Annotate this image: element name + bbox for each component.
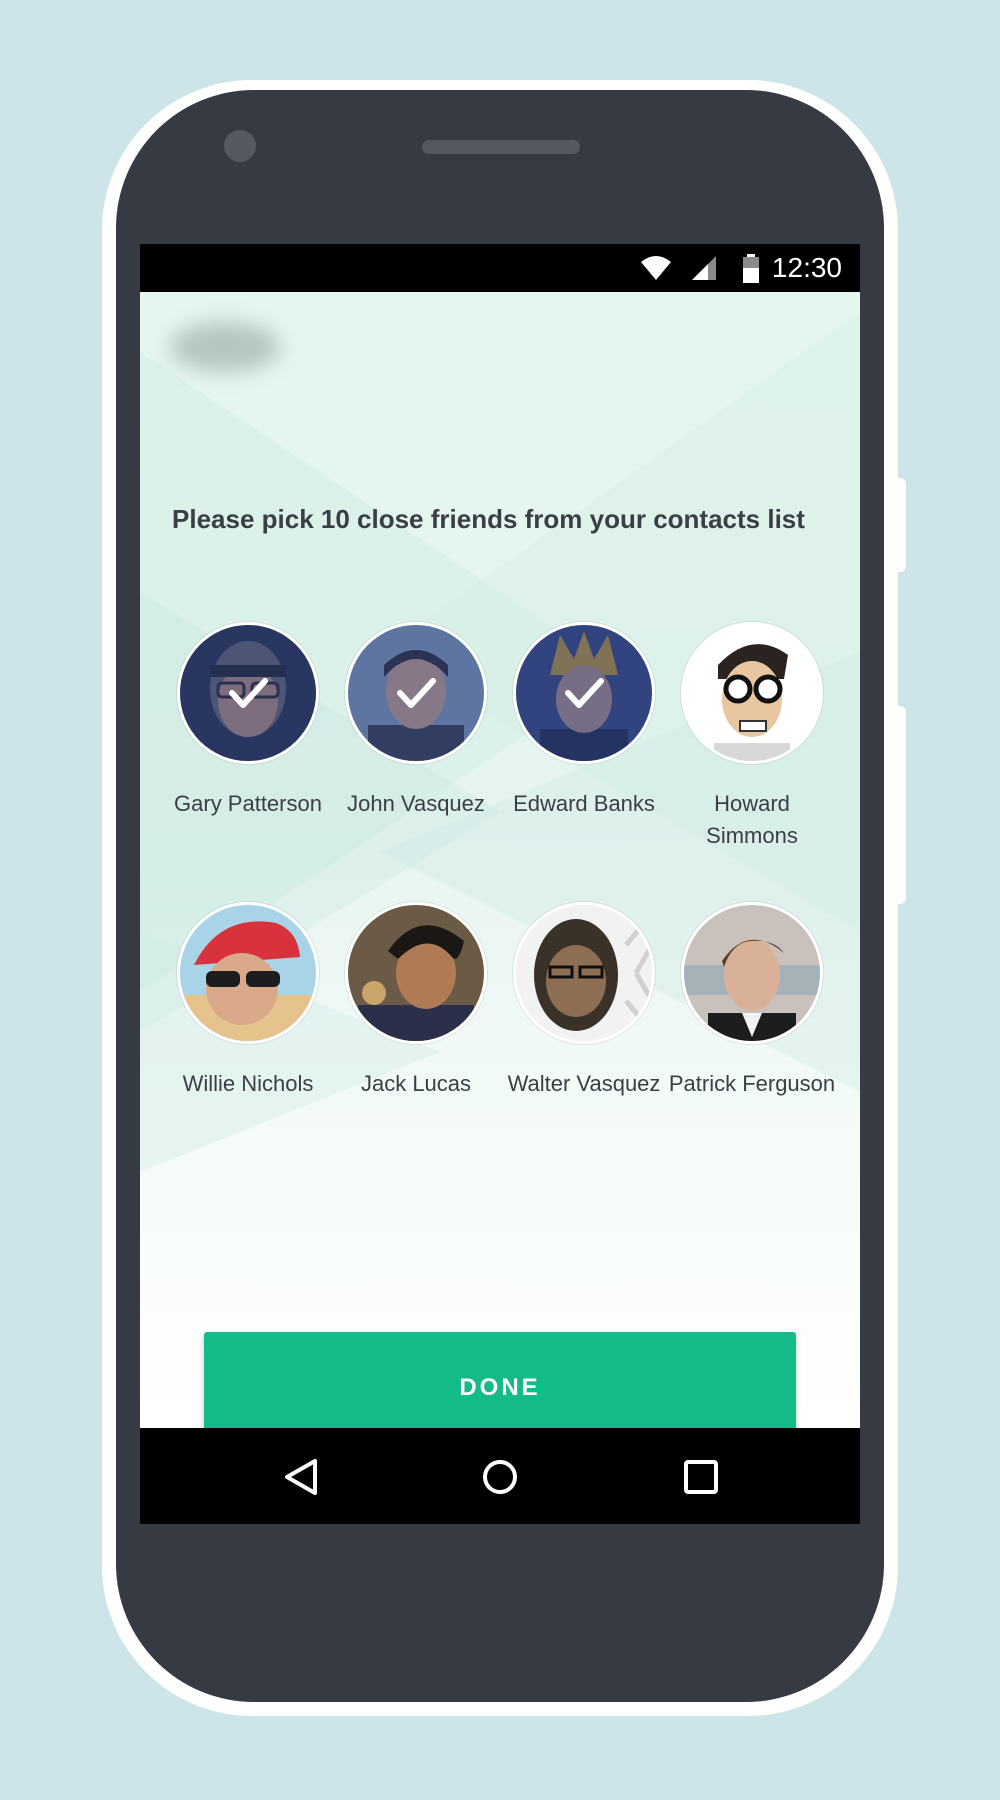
friend-item[interactable]: John Vasquez xyxy=(331,622,501,820)
selected-overlay xyxy=(348,625,484,761)
earpiece-speaker xyxy=(422,140,580,154)
power-button xyxy=(898,478,906,572)
friend-item[interactable]: Willie Nichols xyxy=(163,902,333,1100)
back-icon xyxy=(285,1459,317,1495)
selected-overlay xyxy=(516,625,652,761)
avatar[interactable] xyxy=(513,622,655,764)
wifi-icon xyxy=(641,256,671,280)
background-pattern xyxy=(140,312,860,1172)
checkmark-icon xyxy=(229,678,268,708)
blurred-header-placeholder xyxy=(170,322,280,372)
recents-icon xyxy=(684,1460,718,1494)
avatar[interactable] xyxy=(345,622,487,764)
friend-name: Gary Patterson xyxy=(174,791,322,816)
friend-item[interactable]: Walter Vasquez xyxy=(499,902,669,1100)
avatar[interactable] xyxy=(681,902,823,1044)
avatar[interactable] xyxy=(177,902,319,1044)
friend-name: Walter Vasquez xyxy=(507,1071,661,1096)
front-camera xyxy=(224,130,256,162)
friend-item[interactable]: Gary Patterson xyxy=(163,622,333,820)
friend-name: John Vasquez xyxy=(347,791,485,816)
friend-name: Jack Lucas xyxy=(360,1071,472,1096)
avatar[interactable] xyxy=(177,622,319,764)
checkmark-icon xyxy=(565,678,604,708)
friend-item[interactable]: Howard Simmons xyxy=(667,622,837,852)
home-button[interactable] xyxy=(475,1452,525,1502)
screen: 12:30 Please pick 10 close friends from … xyxy=(140,244,860,1524)
cellular-signal-icon xyxy=(692,256,716,280)
status-time: 12:30 xyxy=(771,252,842,283)
avatar[interactable] xyxy=(681,622,823,764)
status-bar: 12:30 xyxy=(140,244,860,292)
checkmark-icon xyxy=(397,678,436,708)
friend-item[interactable]: Jack Lucas xyxy=(331,902,501,1100)
friend-name: Willie Nichols xyxy=(182,1071,314,1096)
friend-picker-content: Please pick 10 close friends from your c… xyxy=(140,292,860,1428)
home-icon xyxy=(483,1460,517,1494)
navigation-bar xyxy=(140,1428,860,1524)
volume-button xyxy=(898,706,906,904)
selected-overlay xyxy=(180,625,316,761)
avatar[interactable] xyxy=(345,902,487,1044)
friend-item[interactable]: Patrick Ferguson xyxy=(667,902,837,1100)
recents-button[interactable] xyxy=(676,1452,726,1502)
done-button[interactable]: DONE xyxy=(204,1332,796,1428)
friend-item[interactable]: Edward Banks xyxy=(499,622,669,820)
back-button[interactable] xyxy=(276,1452,326,1502)
friend-name: Edward Banks xyxy=(513,791,655,816)
instruction-text: Please pick 10 close friends from your c… xyxy=(172,504,805,534)
battery-icon xyxy=(743,254,759,283)
avatar[interactable] xyxy=(513,902,655,1044)
friend-name: Patrick Ferguson xyxy=(668,1071,836,1096)
friend-name: Howard Simmons xyxy=(706,791,798,848)
